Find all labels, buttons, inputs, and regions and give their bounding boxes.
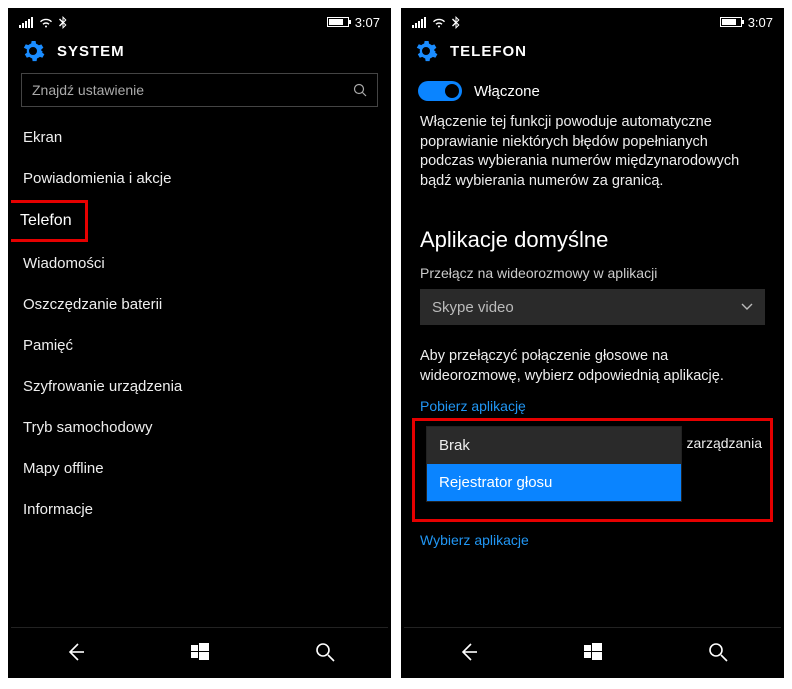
phone-right-telefon: 3:07 TELEFON Włączone Włączenie tej funk…: [401, 8, 784, 678]
phone-left-system: 3:07 SYSTEM Znajdź ustawienie Ekran Powi…: [8, 8, 391, 678]
nav-bar: [404, 627, 781, 675]
page-title: TELEFON: [450, 43, 527, 60]
chevron-down-icon: [741, 303, 753, 311]
search-input[interactable]: Znajdź ustawienie: [21, 73, 378, 107]
video-app-label: Przełącz na wideorozmowy w aplikacji: [404, 261, 781, 287]
list-item-informacje[interactable]: Informacje: [11, 489, 388, 530]
bluetooth-icon: [59, 16, 67, 29]
clock: 3:07: [355, 15, 380, 30]
download-app-link[interactable]: Pobierz aplikację: [404, 392, 781, 416]
page-header: SYSTEM: [11, 33, 388, 73]
list-item-mapy[interactable]: Mapy offline: [11, 448, 388, 489]
bluetooth-icon: [452, 16, 460, 29]
search-icon: [353, 83, 367, 97]
dropdown-selected: Skype video: [432, 299, 514, 316]
battery-icon: [327, 17, 349, 27]
video-app-dropdown[interactable]: Skype video: [420, 289, 765, 325]
list-item-szyfrowanie[interactable]: Szyfrowanie urządzenia: [11, 366, 388, 407]
page-header: TELEFON: [404, 33, 781, 73]
start-icon[interactable]: [584, 643, 602, 661]
signal-icon: [19, 17, 33, 28]
feature-toggle[interactable]: [418, 81, 462, 101]
choose-apps-link[interactable]: Wybierz aplikacje: [404, 522, 781, 550]
list-item-ekran[interactable]: Ekran: [11, 117, 388, 158]
list-item-bateria[interactable]: Oszczędzanie baterii: [11, 284, 388, 325]
list-item-telefon[interactable]: Telefon: [11, 200, 88, 242]
recorder-selection-area: lo zarządzania Brak Rejestrator głosu: [412, 418, 773, 522]
search-nav-icon[interactable]: [708, 642, 728, 662]
wifi-icon: [39, 17, 53, 28]
battery-icon: [720, 17, 742, 27]
nav-bar: [11, 627, 388, 675]
clock: 3:07: [748, 15, 773, 30]
list-item-pamiec[interactable]: Pamięć: [11, 325, 388, 366]
search-nav-icon[interactable]: [315, 642, 335, 662]
list-item-tryb-samochodowy[interactable]: Tryb samochodowy: [11, 407, 388, 448]
gear-icon: [21, 39, 45, 63]
signal-icon: [412, 17, 426, 28]
settings-list: Ekran Powiadomienia i akcje Telefon Wiad…: [11, 117, 388, 627]
start-icon[interactable]: [191, 643, 209, 661]
wifi-icon: [432, 17, 446, 28]
section-default-apps: Aplikacje domyślne: [404, 207, 781, 261]
recorder-dropdown-open: Brak Rejestrator głosu: [427, 427, 681, 501]
back-icon[interactable]: [64, 641, 86, 663]
video-app-desc: Aby przełączyć połączenie głosowe na wid…: [404, 329, 781, 392]
option-rejestrator[interactable]: Rejestrator głosu: [427, 464, 681, 501]
list-item-powiadomienia[interactable]: Powiadomienia i akcje: [11, 158, 388, 199]
status-bar: 3:07: [11, 11, 388, 33]
feature-description: Włączenie tej funkcji powoduje automatyc…: [404, 109, 781, 207]
back-icon[interactable]: [457, 641, 479, 663]
status-bar: 3:07: [404, 11, 781, 33]
list-item-wiadomosci[interactable]: Wiadomości: [11, 243, 388, 284]
option-brak[interactable]: Brak: [427, 427, 681, 464]
toggle-row: Włączone: [404, 73, 781, 109]
toggle-label: Włączone: [474, 83, 540, 100]
search-placeholder: Znajdź ustawienie: [32, 82, 144, 98]
page-title: SYSTEM: [57, 43, 125, 60]
background-text-fragment: lo zarządzania: [672, 435, 762, 451]
gear-icon: [414, 39, 438, 63]
